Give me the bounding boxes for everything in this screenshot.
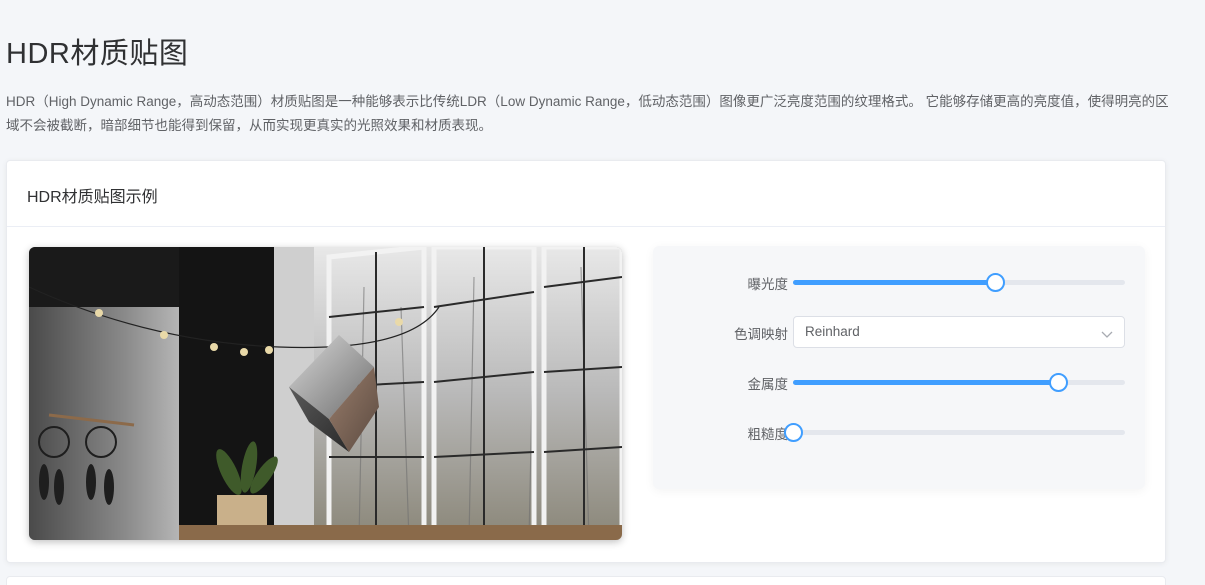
tone-mapping-value: Reinhard — [805, 324, 860, 339]
next-card-edge — [6, 576, 1166, 585]
roughness-label: 粗糙度 — [747, 427, 789, 442]
exposure-slider-thumb[interactable] — [986, 273, 1006, 292]
chevron-down-icon — [1101, 327, 1113, 345]
example-card: HDR材质贴图示例 曝光度 色调映射 Reinhard 金属度 粗糙度 — [6, 160, 1166, 563]
hdr-viewer-canvas[interactable] — [29, 247, 622, 540]
page-title: HDR材质贴图 — [6, 38, 189, 70]
hdr-scene-render — [29, 247, 622, 540]
page: HDR材质贴图 HDR（High Dynamic Range，高动态范围）材质贴… — [0, 0, 1205, 585]
tone-mapping-select[interactable]: Reinhard — [793, 316, 1125, 348]
page-description: HDR（High Dynamic Range，高动态范围）材质贴图是一种能够表示… — [6, 94, 1169, 133]
tone-mapping-label: 色调映射 — [734, 327, 788, 342]
tone-mapping-control: 色调映射 Reinhard — [653, 316, 1145, 348]
metalness-slider[interactable] — [793, 373, 1125, 392]
metalness-slider-thumb[interactable] — [1049, 373, 1069, 392]
metalness-slider-fill — [793, 380, 1059, 385]
roughness-slider[interactable] — [783, 423, 1125, 442]
exposure-slider[interactable] — [793, 273, 1125, 292]
metalness-control: 金属度 — [653, 366, 1145, 398]
metalness-label: 金属度 — [747, 377, 789, 392]
exposure-slider-fill — [793, 280, 996, 285]
material-controls-panel: 曝光度 色调映射 Reinhard 金属度 粗糙度 — [653, 246, 1145, 489]
roughness-slider-thumb[interactable] — [783, 423, 803, 442]
card-title: HDR材质贴图示例 — [7, 161, 1165, 227]
roughness-control: 粗糙度 — [653, 416, 1145, 448]
exposure-label: 曝光度 — [747, 277, 789, 292]
exposure-control: 曝光度 — [653, 266, 1145, 298]
